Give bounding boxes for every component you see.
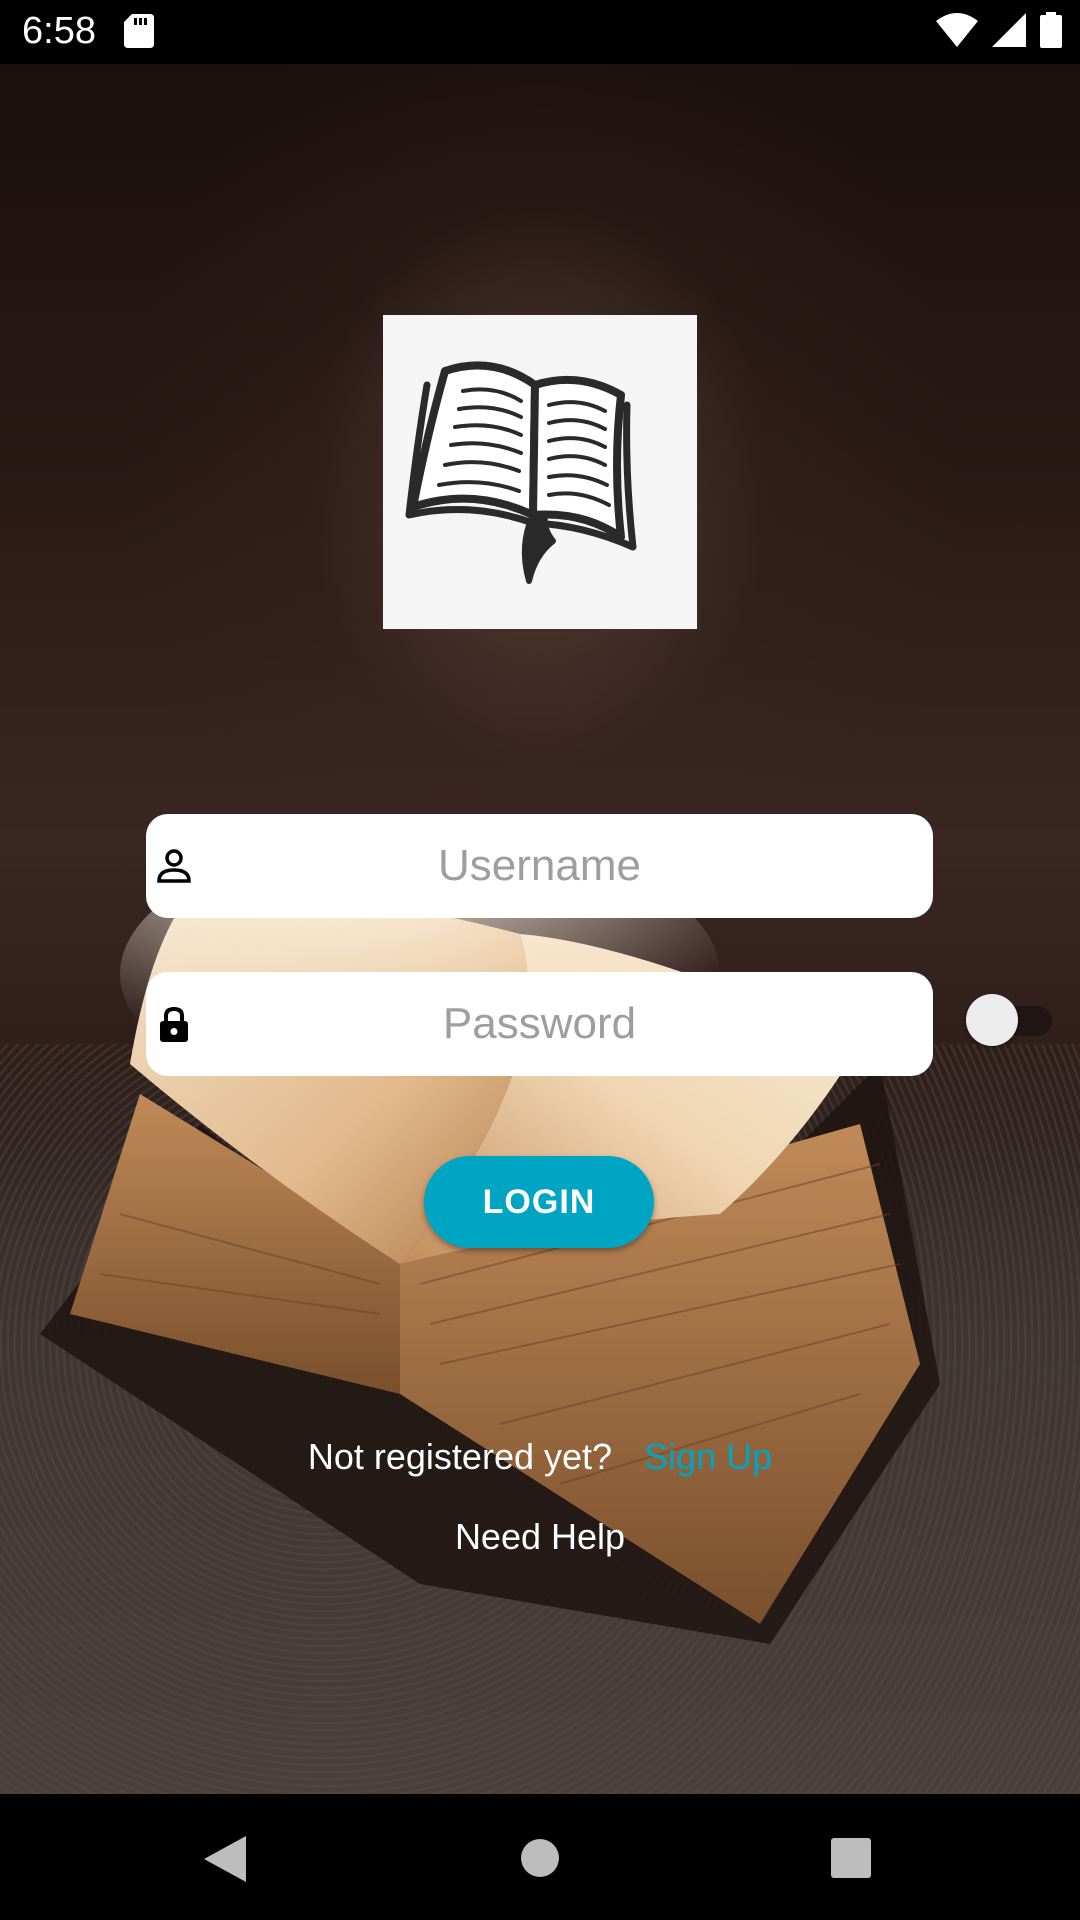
signup-link[interactable]: Sign Up [644,1436,772,1477]
login-screen: 6:58 Username LOGIN Not registered yet? … [0,0,1080,1920]
home-icon[interactable] [520,1838,560,1878]
navigation-bar [0,1794,1080,1920]
status-bar: 6:58 [0,0,1080,64]
need-help-link[interactable]: Need Help [0,1516,1080,1558]
lock-icon [160,1006,188,1042]
toggle-thumb [966,994,1018,1046]
app-logo [383,315,697,629]
password-field[interactable] [146,972,933,1076]
sd-card-icon [124,14,154,48]
recents-icon[interactable] [831,1838,871,1878]
username-field[interactable] [146,814,933,918]
open-book-icon [405,361,637,584]
register-row: Not registered yet? Sign Up [0,1436,1080,1478]
person-icon [157,849,191,883]
status-icons [936,12,1062,48]
username-input[interactable] [146,814,933,918]
back-icon[interactable] [204,1836,246,1882]
battery-icon [1040,12,1062,48]
password-input[interactable] [146,972,933,1076]
cellular-signal-icon [992,13,1026,47]
show-password-toggle[interactable] [966,994,1052,1046]
login-button[interactable]: LOGIN [424,1156,654,1248]
register-prompt: Not registered yet? [307,1436,613,1477]
status-time: 6:58 [22,10,96,52]
wifi-icon [936,13,978,47]
